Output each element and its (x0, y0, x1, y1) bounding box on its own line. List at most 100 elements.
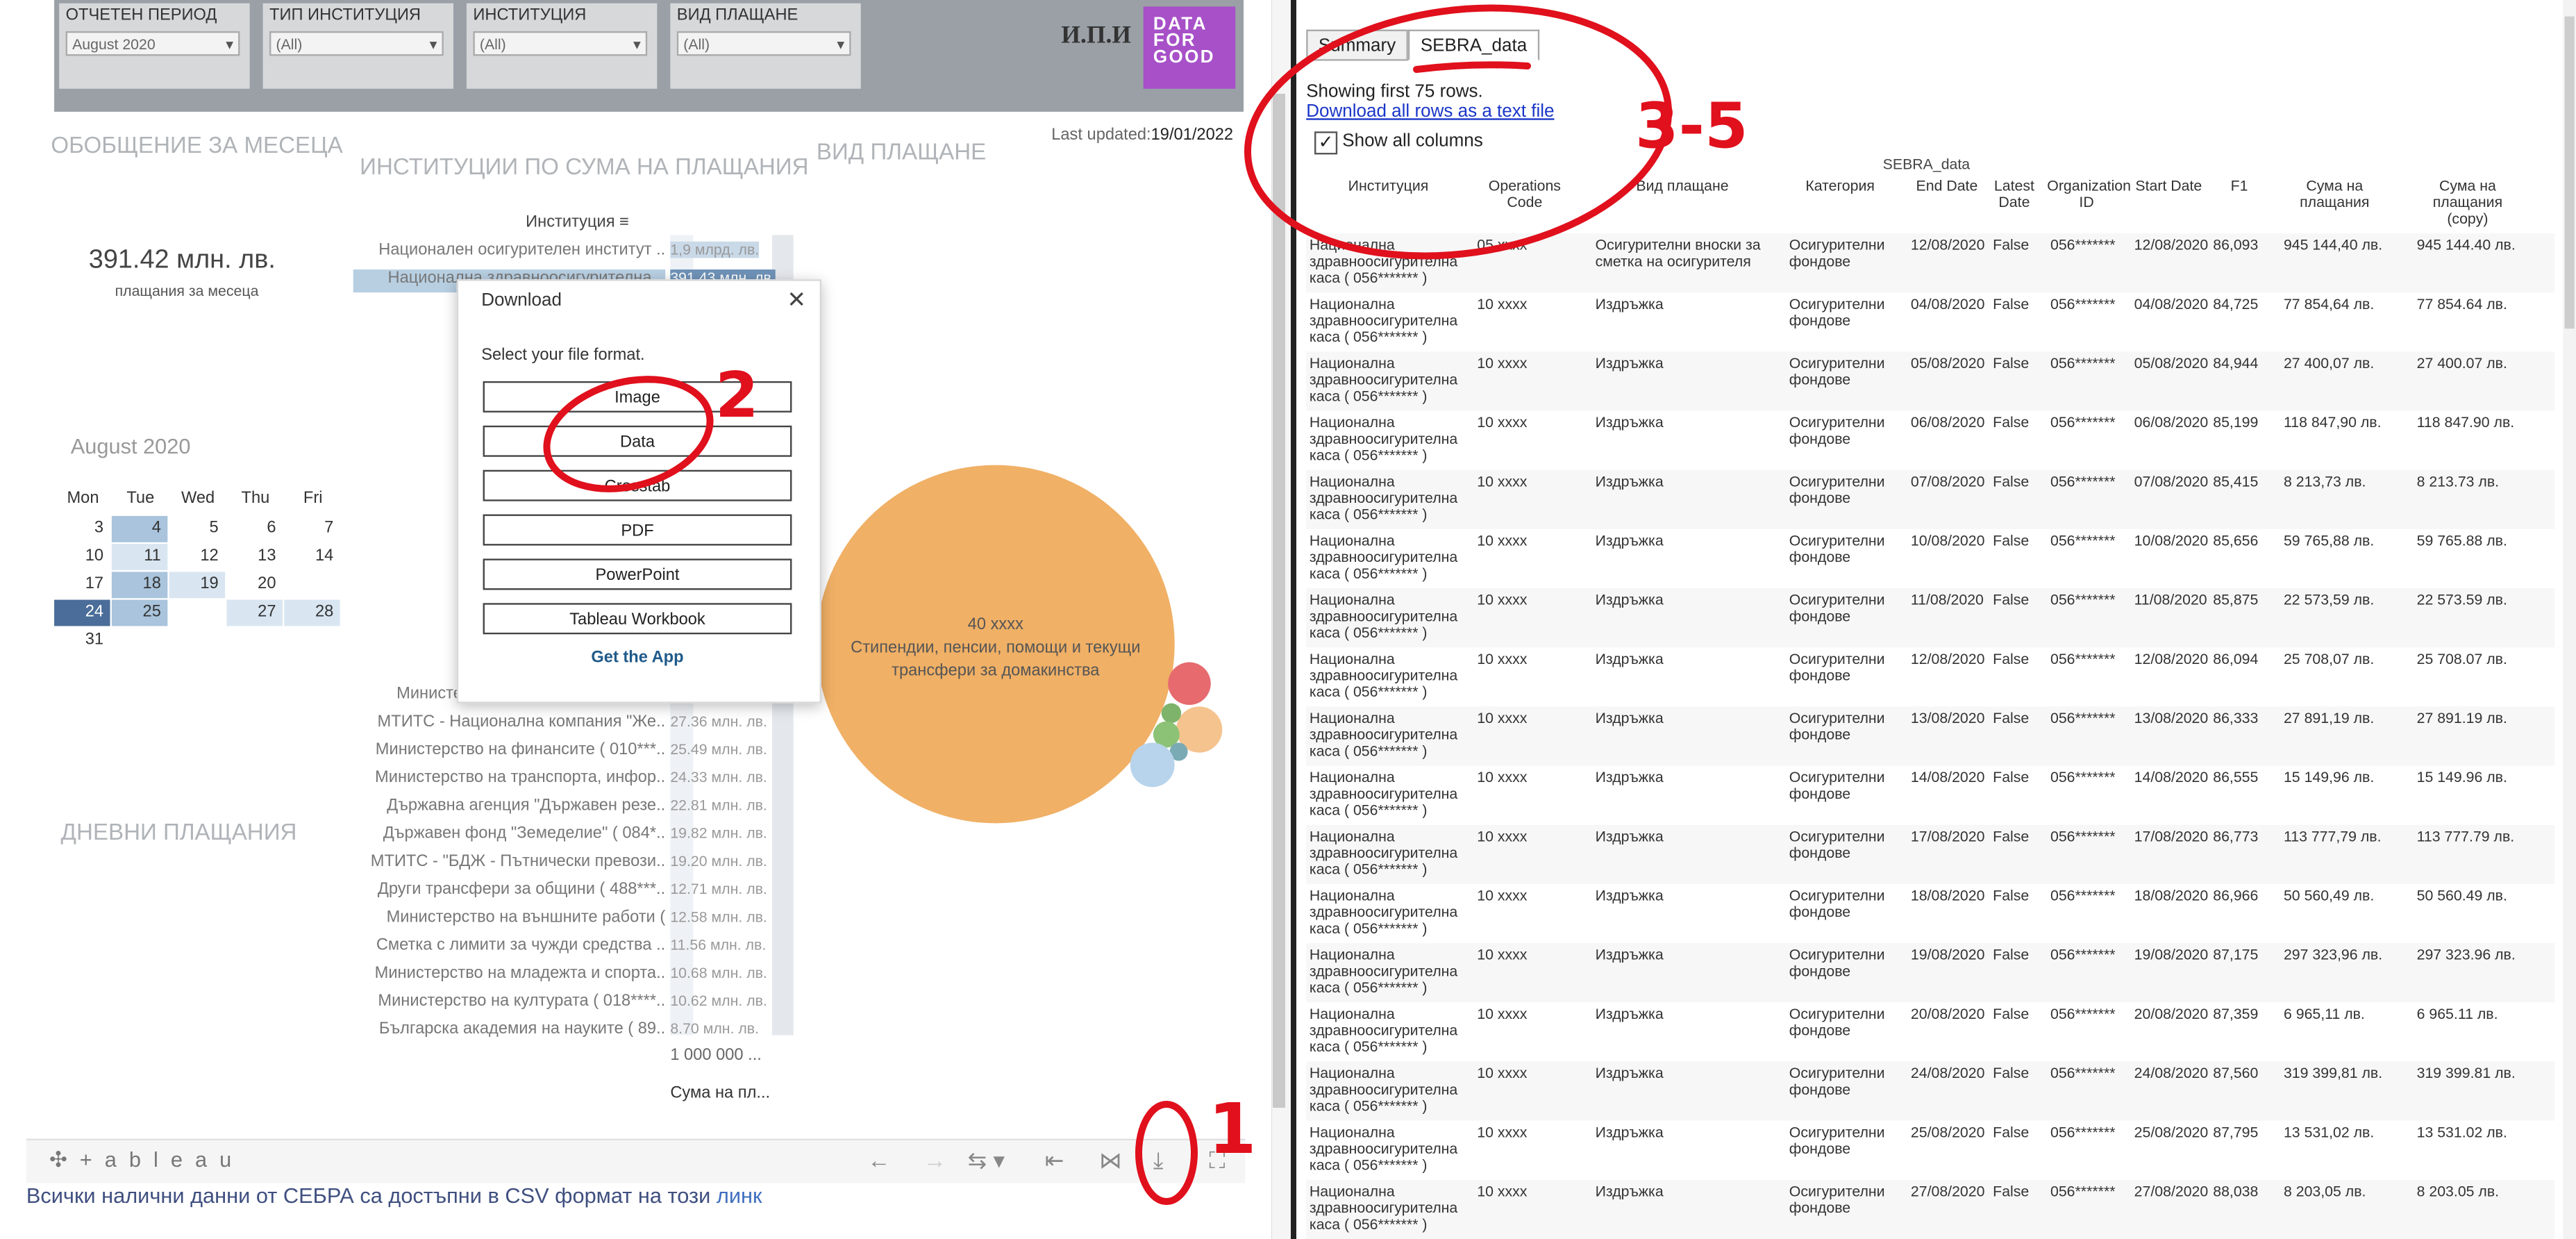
table-cell: 056******* (2050, 828, 2116, 845)
filter-period[interactable]: ОТЧЕТЕН ПЕРИОД August 2020 (59, 3, 250, 89)
period-select[interactable]: August 2020 (65, 31, 240, 58)
download-crosstab-button[interactable]: Crosstab (483, 469, 792, 501)
undo-icon[interactable]: ← (867, 1147, 890, 1173)
table-cell: 297 323.96 лв. (2416, 946, 2516, 963)
revert-icon[interactable]: ⇆ ▾ (968, 1147, 1005, 1174)
redo-icon[interactable]: → (923, 1147, 946, 1173)
table-cell: Национална здравноосигурителна каса ( 05… (1309, 591, 1458, 641)
table-row[interactable]: Национална здравноосигурителна каса ( 05… (1306, 824, 2555, 884)
bubble-small[interactable] (1161, 703, 1182, 724)
table-cell: Издръжка (1595, 355, 1664, 372)
bar-row[interactable]: Министерство на финансите ( 010***.. (0, 741, 665, 764)
table-row[interactable]: Национална здравноосигурителна каса ( 05… (1306, 1002, 2554, 1061)
bar-row[interactable]: Министерство на културата ( 018****.. (0, 992, 665, 1015)
column-header[interactable]: Start Date (2131, 178, 2207, 194)
column-header[interactable]: Институция (1306, 178, 1471, 194)
download-data-button[interactable]: Data (483, 425, 792, 457)
table-cell: 13 531,02 лв. (2283, 1124, 2375, 1141)
tableau-logo[interactable]: ✣ + a b l e a u (49, 1147, 235, 1173)
table-cell: Национална здравноосигурителна каса ( 05… (1309, 946, 1458, 996)
bar-row[interactable]: Българска академия на науките ( 89.. (0, 1020, 665, 1043)
bar-row[interactable]: Министерство на младежта и спорта.. (0, 965, 666, 988)
table-row[interactable]: Национална здравноосигурителна каса ( 05… (1306, 588, 2555, 648)
filter-institution[interactable]: ИНСТИТУЦИЯ (All) (466, 3, 658, 89)
bar-row[interactable]: Сметка с лимити за чужди средства .. (0, 937, 665, 960)
bar-row[interactable]: Министерство на транспорта, инфор.. (0, 769, 665, 792)
table-row[interactable]: Национална здравноосигурителна каса ( 05… (1306, 706, 2555, 766)
download-powerpoint-button[interactable]: PowerPoint (483, 558, 792, 590)
column-header[interactable]: Operations Code (1474, 178, 1576, 210)
table-cell: 27/08/2020 (1910, 1183, 1985, 1200)
column-header[interactable]: Latest Date (1989, 178, 2039, 210)
table-row[interactable]: Национална здравноосигурителна каса ( 05… (1306, 1061, 2555, 1121)
get-app-link[interactable]: Get the App (483, 649, 792, 667)
table-row[interactable]: Национална здравноосигурителна каса ( 05… (1306, 411, 2554, 470)
tab-sebra-data[interactable]: SEBRA_data (1407, 29, 1540, 61)
bar-value: 19.20 млн. лв. (670, 852, 767, 870)
download-image-button[interactable]: Image (483, 381, 792, 413)
table-row[interactable]: Национална здравноосигурителна каса ( 05… (1306, 292, 2554, 351)
bar-value: 1,9 млрд. лв. (670, 241, 760, 258)
table-row[interactable]: Национална здравноосигурителна каса ( 05… (1306, 1179, 2555, 1239)
table-cell: 15 149.96 лв. (2416, 769, 2507, 785)
table-cell: False (1993, 828, 2030, 845)
table-cell: 10 xxxx (1477, 1065, 1528, 1081)
row-count-note: Showing first 75 rows. (1306, 82, 1483, 102)
download-dialog: Download ✕ Select your file format. Imag… (456, 279, 821, 704)
table-row[interactable]: Национална здравноосигурителна каса ( 05… (1306, 647, 2554, 706)
table-row[interactable]: Национална здравноосигурителна каса ( 05… (1306, 351, 2555, 411)
reset-icon[interactable]: ⇤ (1045, 1147, 1064, 1174)
scrollbar-thumb[interactable] (2564, 16, 2575, 329)
bar-label: МТИТС - Национална компания "Же.. (377, 713, 666, 731)
institution-type-select[interactable]: (All) (269, 31, 444, 58)
table-row[interactable]: Национална здравноосигурителна каса ( 05… (1306, 884, 2554, 943)
bubble-small[interactable] (1168, 662, 1211, 706)
bar-row[interactable]: МТИТС - Национална компания "Же.. (0, 713, 666, 736)
table-row[interactable]: Национална здравноосигурителна каса ( 05… (1306, 529, 2554, 588)
column-header[interactable]: Вид плащане (1592, 178, 1773, 194)
column-header[interactable]: F1 (2209, 178, 2268, 194)
download-workbook-button[interactable]: Tableau Workbook (483, 603, 792, 635)
table-cell: 6 965,11 лв. (2283, 1005, 2365, 1022)
table-cell: Издръжка (1595, 1065, 1664, 1081)
download-icon[interactable]: ⤓ (1153, 1147, 1164, 1174)
bar-row[interactable]: МТИТС - "БДЖ - Пътнически превози.. (0, 853, 665, 876)
column-header[interactable]: End Date (1907, 178, 1987, 194)
show-all-columns-checkbox[interactable]: ✓ (1314, 131, 1338, 155)
table-cell: Национална здравноосигурителна каса ( 05… (1309, 828, 1458, 878)
table-row[interactable]: Национална здравноосигурителна каса ( 05… (1306, 943, 2555, 1003)
bar-row[interactable]: Други трансфери за общини ( 488***.. (0, 881, 665, 904)
filter-institution-type[interactable]: ТИП ИНСТИТУЦИЯ (All) (262, 3, 454, 89)
column-header[interactable]: Organization ID (2047, 178, 2131, 210)
table-row[interactable]: Национална здравноосигурителна каса ( 05… (1306, 766, 2554, 825)
table-row[interactable]: Национална здравноосигурителна каса ( 05… (1306, 233, 2555, 293)
scrollbar-thumb[interactable] (1273, 94, 1285, 1108)
column-header[interactable]: Категория (1786, 178, 1894, 194)
table-cell: 945 144.40 лв. (2416, 236, 2516, 253)
table-row[interactable]: Национална здравноосигурителна каса ( 05… (1306, 469, 2555, 529)
institution-column-header[interactable]: Институция ≡ (526, 214, 629, 232)
bar-label: Национален осигурителен институт .. (378, 241, 666, 260)
column-header[interactable]: Сума на плащания (copy) (2414, 178, 2522, 227)
table-cell: 10 xxxx (1477, 828, 1528, 845)
fullscreen-icon[interactable]: ⛶ (1209, 1147, 1225, 1174)
download-pdf-button[interactable]: PDF (483, 514, 792, 546)
bar-row[interactable]: Министерство на външните работи ( (0, 908, 666, 931)
bar-row[interactable]: Държавна агенция "Държавен резе.. (0, 797, 665, 820)
institution-select[interactable]: (All) (473, 31, 648, 58)
share-icon[interactable]: ⋈ (1099, 1147, 1122, 1174)
bar-row[interactable]: Национален осигурителен институт .. (0, 242, 665, 265)
download-rows-link[interactable]: Download all rows as a text file (1306, 102, 1554, 122)
filter-payment-type[interactable]: ВИД ПЛАЩАНЕ (All) (670, 3, 861, 89)
table-cell: False (1993, 710, 2030, 726)
csv-link[interactable]: линк (717, 1183, 762, 1208)
table-cell: 06/08/2020 (2134, 414, 2209, 431)
bubble-small[interactable] (1130, 742, 1175, 788)
bar-label: Министерство на финансите ( 010***.. (375, 741, 666, 760)
payment-type-select[interactable]: (All) (676, 31, 851, 58)
table-row[interactable]: Национална здравноосигурителна каса ( 05… (1306, 1121, 2554, 1180)
close-icon[interactable]: ✕ (787, 286, 806, 314)
tab-summary[interactable]: Summary (1306, 29, 1408, 61)
column-header[interactable]: Сума на плащания (2280, 178, 2389, 210)
table-cell: Осигурителни фондове (1789, 532, 1885, 565)
